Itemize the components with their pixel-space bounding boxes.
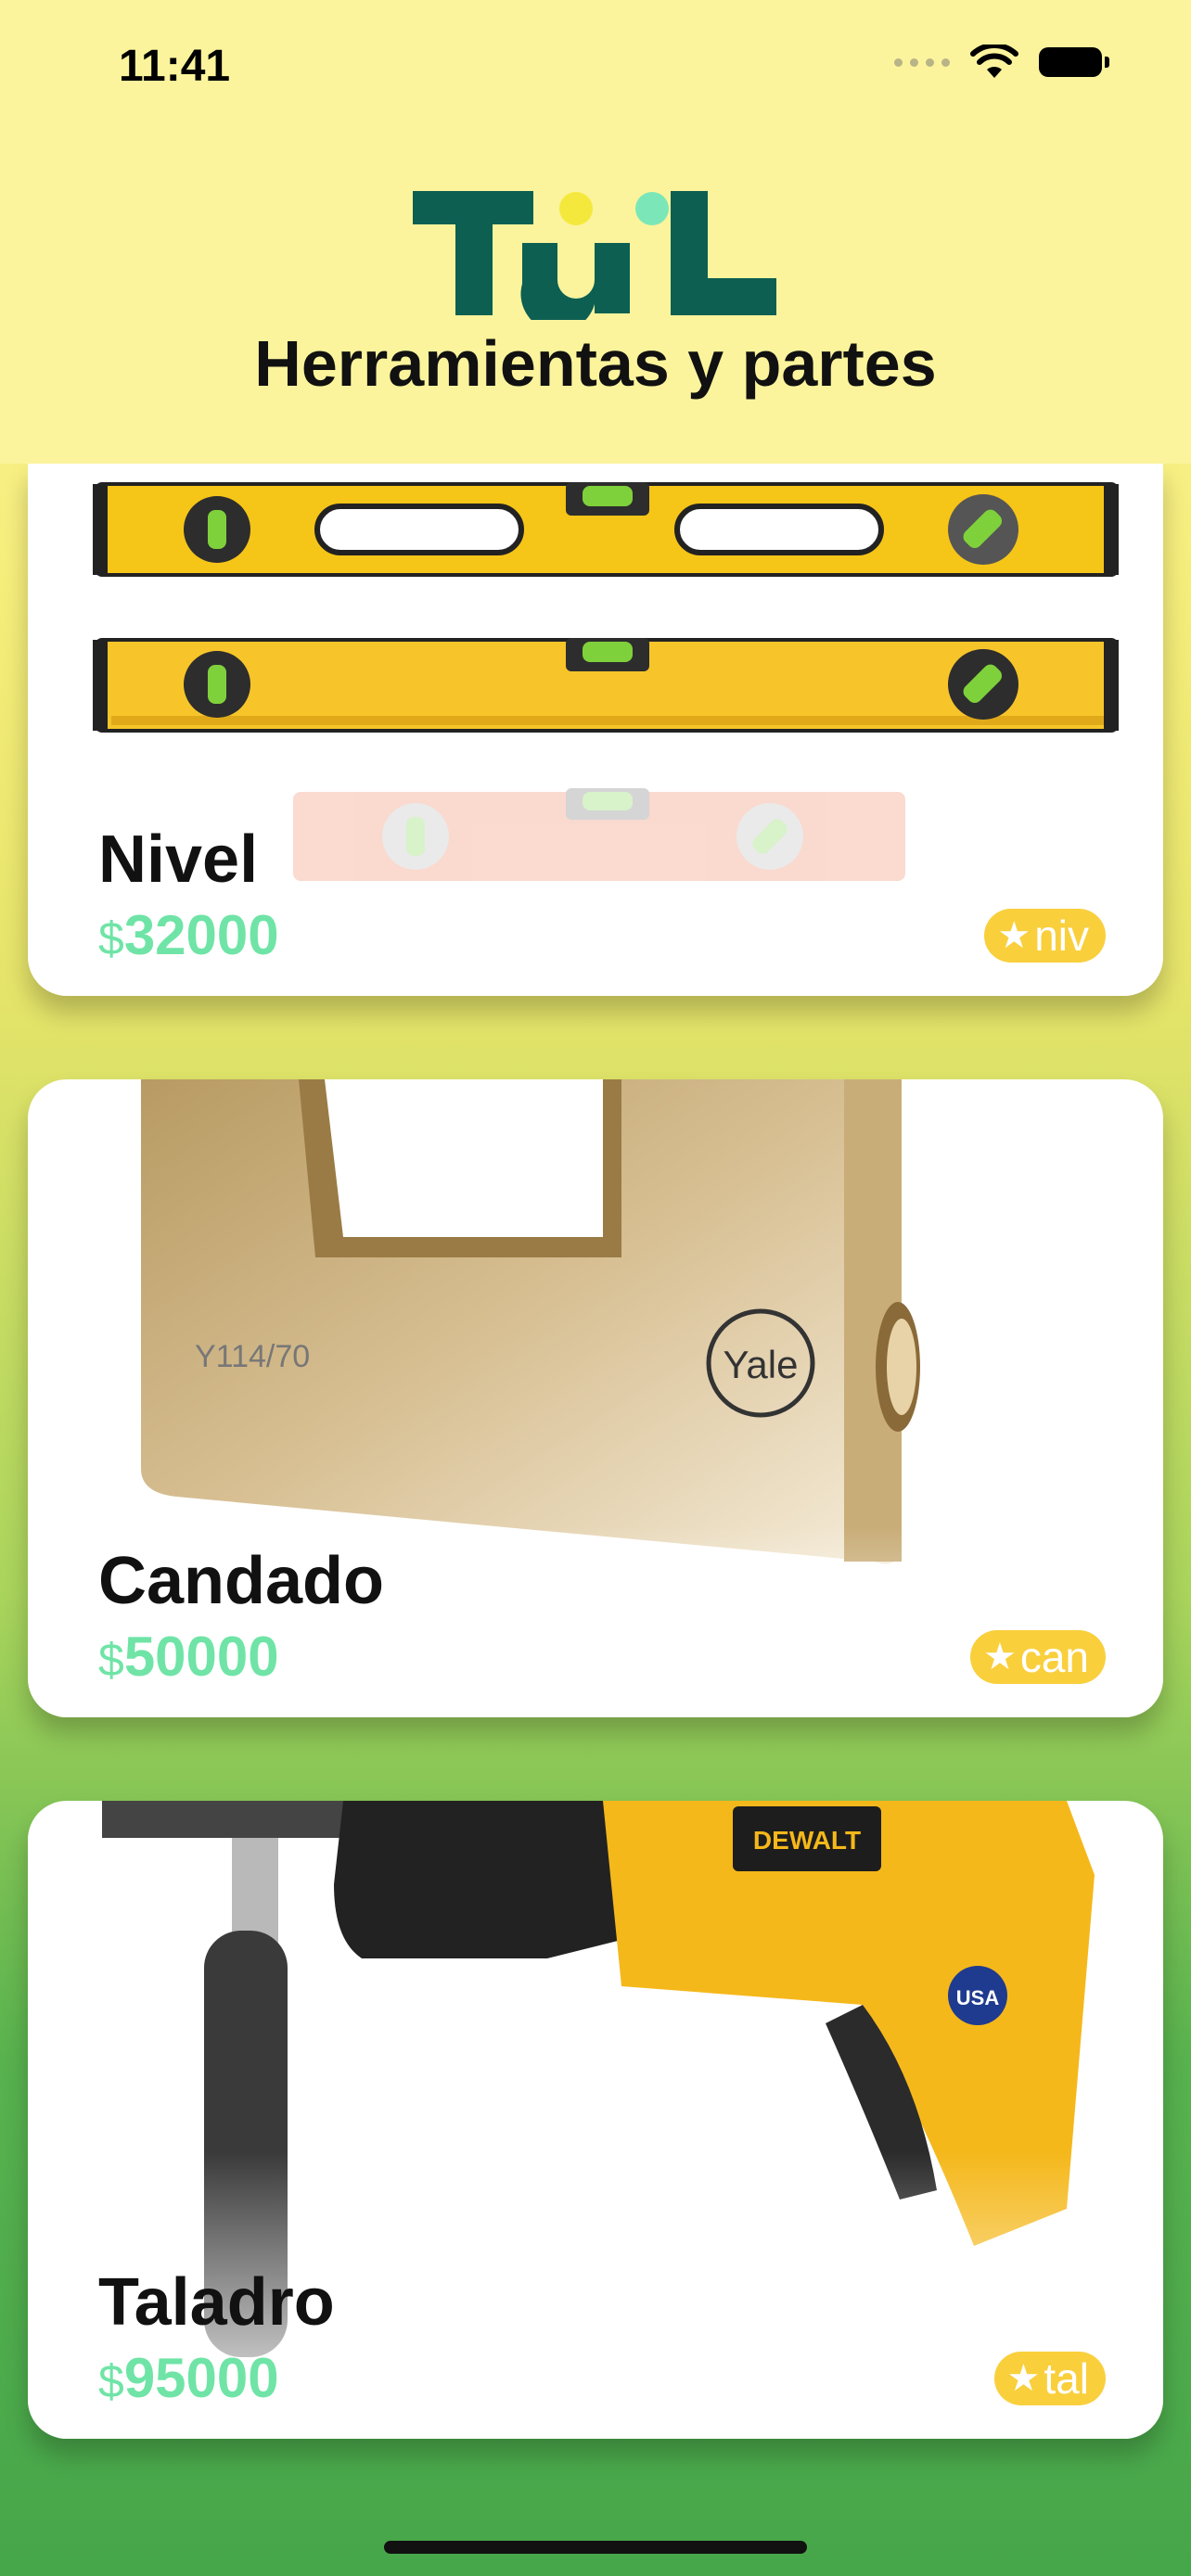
star-icon: ★ bbox=[1006, 2358, 1041, 2399]
status-time: 11:41 bbox=[119, 42, 231, 91]
product-title: Candado bbox=[98, 1544, 385, 1618]
wifi-icon bbox=[970, 45, 1018, 78]
product-tag[interactable]: ★ niv bbox=[984, 909, 1106, 963]
app-header: 11:41 Herramientas y partes bbox=[0, 0, 1191, 464]
padlock-image: Yale Y114/70 bbox=[28, 1079, 1163, 1717]
product-title: Nivel bbox=[98, 823, 259, 897]
product-price: $95000 bbox=[98, 2347, 279, 2409]
home-indicator[interactable] bbox=[384, 2541, 807, 2554]
app-subtitle: Herramientas y partes bbox=[254, 327, 937, 400]
status-icons bbox=[894, 45, 1109, 80]
drill-image: DEWALT USA bbox=[28, 1801, 1163, 2439]
product-title: Taladro bbox=[98, 2265, 335, 2340]
tool-logo bbox=[413, 191, 776, 320]
battery-icon bbox=[1039, 47, 1109, 77]
product-price: $50000 bbox=[98, 1626, 279, 1688]
product-price: $32000 bbox=[98, 904, 279, 966]
cellular-signal-icon bbox=[894, 57, 950, 67]
product-card-candado[interactable]: Yale Y114/70 Candado $50000 ★can bbox=[28, 1079, 1163, 1717]
star-icon: ★ bbox=[982, 1637, 1017, 1677]
product-card-taladro[interactable]: DEWALT USA Taladro $95000 ★tal bbox=[28, 1801, 1163, 2439]
product-tag[interactable]: ★ tal bbox=[993, 2352, 1106, 2405]
product-card-nivel[interactable]: Nivel $32000 ★ niv bbox=[28, 464, 1163, 996]
star-icon: ★ bbox=[997, 915, 1031, 956]
product-tag[interactable]: ★ can bbox=[969, 1630, 1106, 1684]
